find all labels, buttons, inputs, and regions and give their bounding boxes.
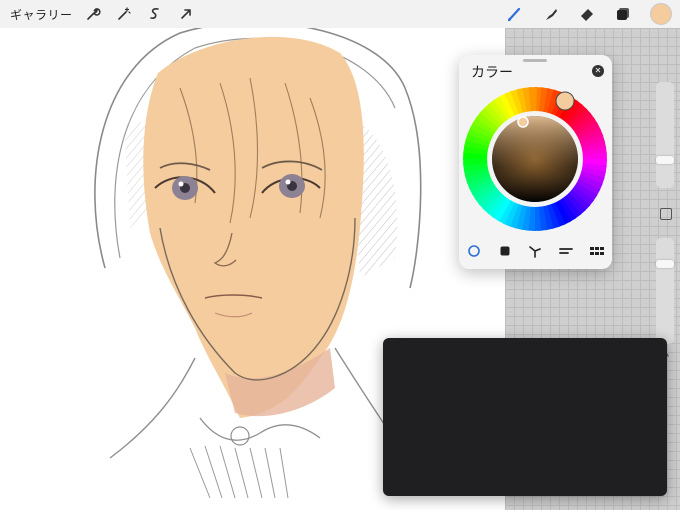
eraser-icon[interactable] xyxy=(576,3,598,25)
brush-size-handle[interactable] xyxy=(656,156,674,164)
painting-tools xyxy=(490,3,672,25)
gallery-button[interactable]: ギャラリー xyxy=(10,6,73,23)
panel-grabber[interactable] xyxy=(523,59,547,62)
color-disc[interactable] xyxy=(463,87,607,231)
modify-button[interactable] xyxy=(660,208,672,220)
wrench-icon[interactable] xyxy=(82,3,104,25)
value-icon[interactable] xyxy=(557,242,575,260)
color-mode-tabs xyxy=(459,241,612,261)
top-toolbar: ギャラリー xyxy=(0,0,680,28)
magic-wand-icon[interactable] xyxy=(113,3,135,25)
color-panel: カラー ✕ xyxy=(459,55,612,269)
reference-panel xyxy=(383,338,667,496)
palettes-icon[interactable] xyxy=(588,242,606,260)
brush-icon[interactable] xyxy=(504,3,526,25)
current-color-swatch[interactable] xyxy=(650,3,672,25)
opacity-handle[interactable] xyxy=(656,260,674,268)
selection-icon[interactable] xyxy=(144,3,166,25)
close-icon[interactable]: ✕ xyxy=(592,65,604,77)
saturation-picker[interactable] xyxy=(517,116,529,128)
smudge-icon[interactable] xyxy=(540,3,562,25)
layers-icon[interactable] xyxy=(612,3,634,25)
side-sliders: ↶ xyxy=(652,82,678,382)
transform-arrow-icon[interactable] xyxy=(175,3,197,25)
brush-size-slider[interactable] xyxy=(656,82,674,188)
harmony-icon[interactable] xyxy=(526,242,544,260)
hue-picker[interactable] xyxy=(555,91,575,111)
color-panel-title: カラー xyxy=(471,65,513,81)
opacity-slider[interactable] xyxy=(656,238,674,344)
classic-icon[interactable] xyxy=(496,242,514,260)
disc-icon[interactable] xyxy=(465,242,483,260)
